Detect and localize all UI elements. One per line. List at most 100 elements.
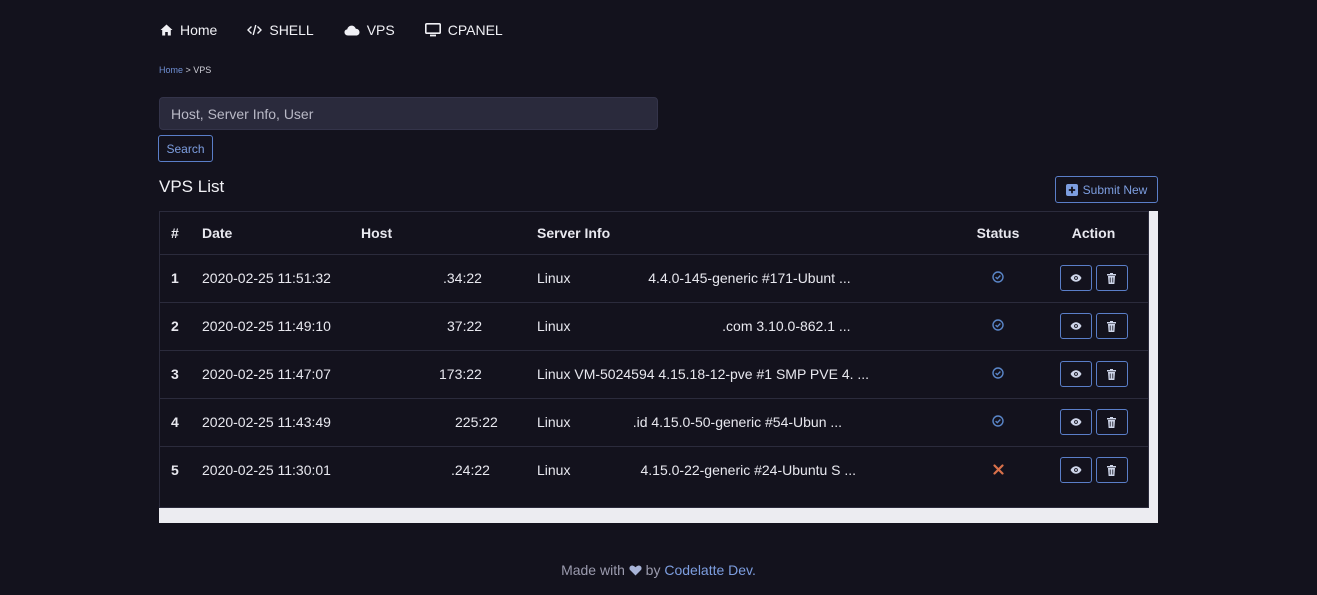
row-host-text: 173:22 [439, 366, 482, 382]
table-row: 4 2020-02-25 11:43:49 225:22 Linux .id 4.15… [160, 398, 1148, 447]
check-circle-icon [992, 319, 1004, 331]
heart-icon [629, 565, 642, 576]
check-circle-icon [992, 271, 1004, 283]
row-host: 225:22 [361, 398, 537, 447]
row-date: 2020-02-25 11:47:07 [192, 350, 361, 399]
row-server-info: Linux .com 3.10.0-862.1 ... [537, 302, 957, 351]
footer-author-link[interactable]: Codelatte Dev. [664, 562, 756, 578]
delete-button[interactable] [1095, 457, 1128, 484]
submit-new-label: Submit New [1082, 182, 1148, 197]
search-button[interactable]: Search [158, 135, 213, 162]
row-host: 37:22 [361, 302, 537, 351]
top-nav: Home SHELL VPS CPANEL [160, 22, 533, 38]
eye-icon [1070, 322, 1081, 330]
table-row: 5 2020-02-25 11:30:01 .24:22 Linux 4.15.0-2… [160, 446, 1148, 494]
home-icon [160, 24, 173, 36]
col-header-host: Host [361, 212, 537, 255]
vps-table: # Date Host Server Info Status Action 12… [160, 212, 1148, 494]
view-button[interactable] [1059, 457, 1092, 484]
view-button[interactable] [1059, 313, 1092, 339]
row-server-info: Linux 4.4.0-145-generic #171-Ubunt ... [537, 254, 957, 303]
nav-home-label: Home [180, 22, 218, 38]
delete-button[interactable] [1095, 313, 1128, 339]
footer-by: by [645, 562, 661, 578]
trash-icon [1107, 272, 1116, 284]
x-icon [992, 464, 1004, 475]
nav-cpanel-label: CPANEL [447, 22, 503, 38]
row-host: .34:22 [361, 254, 537, 303]
row-server-info: Linux VM-5024594 4.15.18-12-pve #1 SMP P… [537, 350, 957, 399]
cloud-icon [344, 25, 360, 35]
delete-button[interactable] [1095, 265, 1128, 291]
breadcrumb-home-link[interactable]: Home [159, 65, 183, 75]
plus-square-icon [1065, 183, 1078, 196]
row-host: .24:22 [361, 446, 537, 494]
row-status [957, 254, 1039, 303]
nav-vps[interactable]: VPS [344, 22, 395, 38]
eye-icon [1070, 418, 1081, 426]
row-actions [1039, 446, 1148, 494]
vps-table-container: # Date Host Server Info Status Action 12… [159, 211, 1149, 508]
row-server-info: Linux 4.15.0-22-generic #24-Ubuntu S ... [537, 462, 857, 479]
table-row: 3 2020-02-25 11:47:07 173:22 Linux VM-50245… [160, 350, 1148, 399]
row-number: 3 [160, 350, 192, 399]
eye-icon [1070, 274, 1081, 282]
row-actions [1039, 398, 1148, 447]
table-header-row: # Date Host Server Info Status Action [160, 212, 1148, 255]
trash-icon [1107, 368, 1116, 380]
monitor-icon [424, 23, 441, 37]
eye-icon [1070, 370, 1081, 378]
table-row: 1 2020-02-25 11:51:32 .34:22 Linux 4.4.0-14… [160, 254, 1148, 303]
row-date: 2020-02-25 11:43:49 [192, 398, 361, 447]
col-header-server-info: Server Info [537, 212, 957, 255]
row-host-text: .34:22 [443, 270, 482, 286]
footer-prefix: Made with [561, 562, 625, 578]
delete-button[interactable] [1095, 409, 1128, 435]
row-status [957, 302, 1039, 351]
table-frame: # Date Host Server Info Status Action 12… [159, 211, 1158, 523]
view-button[interactable] [1059, 265, 1092, 291]
trash-icon [1107, 416, 1116, 428]
page-title: VPS List [159, 177, 225, 196]
row-actions [1039, 254, 1148, 303]
row-number: 5 [171, 462, 179, 479]
row-number: 4 [160, 398, 192, 447]
breadcrumb: Home > VPS [159, 65, 211, 75]
trash-icon [1107, 464, 1116, 476]
row-host-text: 225:22 [455, 414, 498, 430]
row-actions [1039, 302, 1148, 351]
col-header-date: Date [192, 212, 361, 255]
breadcrumb-current: VPS [193, 65, 212, 75]
row-date: 2020-02-25 11:49:10 [192, 302, 361, 351]
row-server-info: Linux .id 4.15.0-50-generic #54-Ubun ... [537, 398, 957, 447]
nav-cpanel[interactable]: CPANEL [424, 22, 503, 38]
search-input[interactable] [159, 97, 658, 130]
col-header-status: Status [957, 212, 1039, 255]
check-circle-icon [992, 367, 1004, 379]
delete-button[interactable] [1095, 361, 1128, 387]
row-number: 2 [160, 302, 192, 351]
view-button[interactable] [1059, 361, 1092, 387]
view-button[interactable] [1059, 409, 1092, 435]
nav-shell[interactable]: SHELL [247, 22, 314, 38]
nav-shell-label: SHELL [269, 22, 314, 38]
row-status [957, 446, 1039, 494]
eye-icon [1070, 466, 1081, 474]
row-date: 2020-02-25 11:30:01 [202, 462, 331, 479]
col-header-num: # [160, 212, 192, 255]
row-host: 173:22 [361, 350, 537, 399]
row-status [957, 398, 1039, 447]
row-number: 1 [160, 254, 192, 303]
row-actions [1039, 350, 1148, 399]
table-row: 2 2020-02-25 11:49:10 37:22 Linux .com 3.10… [160, 302, 1148, 351]
nav-home[interactable]: Home [160, 22, 217, 38]
trash-icon [1107, 320, 1116, 332]
row-status [957, 350, 1039, 399]
code-icon [247, 24, 263, 36]
footer: Made with by Codelatte Dev. [0, 562, 1317, 578]
submit-new-button[interactable]: Submit New [1055, 176, 1158, 203]
row-host-text: 37:22 [447, 318, 483, 334]
nav-vps-label: VPS [366, 22, 395, 38]
check-circle-icon [992, 415, 1004, 427]
breadcrumb-separator: > [183, 65, 194, 75]
